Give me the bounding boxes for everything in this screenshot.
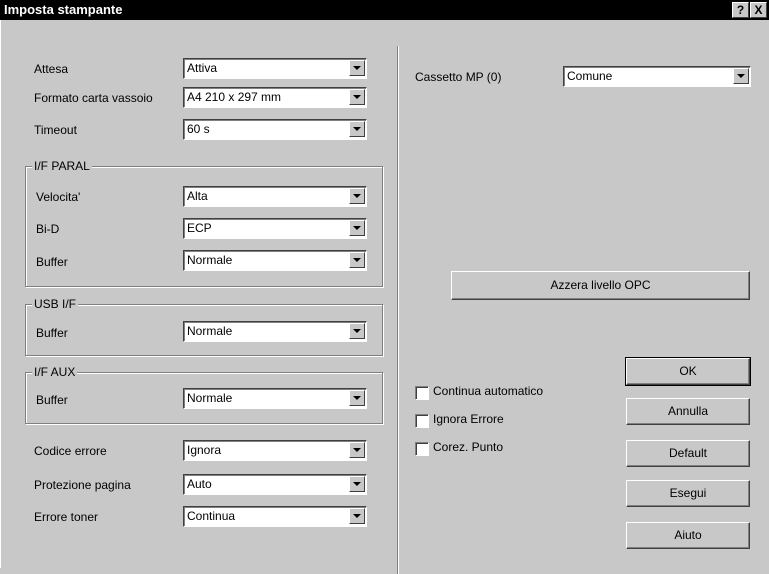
corez-punto-checkbox[interactable] — [415, 442, 429, 456]
if-aux-title: I/F AUX — [32, 365, 78, 379]
dialog-body: Attesa Attiva Formato carta vassoio A4 2… — [0, 20, 769, 574]
corez-punto-label[interactable]: Corez. Punto — [433, 440, 503, 454]
usb-buffer-select[interactable]: Normale — [183, 321, 367, 342]
column-separator — [397, 46, 398, 574]
formato-select[interactable]: A4 210 x 297 mm — [183, 87, 367, 108]
attesa-select[interactable]: Attiva — [183, 58, 367, 79]
bid-select[interactable]: ECP — [183, 218, 367, 239]
window-title: Imposta stampante — [4, 2, 123, 17]
cassetto-mp-select[interactable]: Comune — [563, 66, 751, 87]
chevron-down-icon[interactable] — [349, 220, 365, 236]
chevron-down-icon[interactable] — [349, 188, 365, 204]
aiuto-button[interactable]: Aiuto — [626, 522, 750, 549]
codice-errore-label: Codice errore — [34, 444, 107, 458]
timeout-select[interactable]: 60 s — [183, 119, 367, 140]
chevron-down-icon[interactable] — [349, 323, 365, 339]
errore-toner-select[interactable]: Continua — [183, 506, 367, 527]
formato-value: A4 210 x 297 mm — [187, 90, 282, 104]
velocita-select[interactable]: Alta — [183, 186, 367, 207]
chevron-down-icon[interactable] — [349, 121, 365, 137]
paral-buffer-value: Normale — [187, 253, 233, 267]
chevron-down-icon[interactable] — [349, 442, 365, 458]
annulla-button[interactable]: Annulla — [626, 398, 750, 425]
velocita-value: Alta — [187, 189, 208, 203]
timeout-value: 60 s — [187, 122, 210, 136]
paral-buffer-label: Buffer — [36, 255, 68, 269]
attesa-label: Attesa — [34, 62, 69, 76]
errore-toner-label: Errore toner — [34, 510, 99, 524]
continua-auto-checkbox[interactable] — [415, 386, 429, 400]
velocita-label: Velocita' — [36, 190, 81, 204]
chevron-down-icon[interactable] — [349, 476, 365, 492]
title-bar: Imposta stampante ? X — [0, 0, 769, 20]
help-button[interactable]: ? — [732, 2, 749, 18]
esegui-button[interactable]: Esegui — [626, 480, 750, 507]
default-button[interactable]: Default — [626, 440, 750, 467]
aux-buffer-value: Normale — [187, 391, 233, 405]
chevron-down-icon[interactable] — [733, 68, 749, 84]
chevron-down-icon[interactable] — [349, 508, 365, 524]
usb-buffer-label: Buffer — [36, 326, 68, 340]
codice-errore-select[interactable]: Ignora — [183, 440, 367, 461]
usb-buffer-value: Normale — [187, 324, 233, 338]
aux-buffer-label: Buffer — [36, 393, 68, 407]
aux-buffer-select[interactable]: Normale — [183, 388, 367, 409]
bid-label: Bi-D — [36, 222, 60, 236]
timeout-label: Timeout — [34, 123, 77, 137]
usb-if-title: USB I/F — [32, 297, 79, 311]
continua-auto-label[interactable]: Continua automatico — [433, 384, 543, 398]
cassetto-mp-value: Comune — [567, 69, 613, 83]
protezione-value: Auto — [187, 477, 212, 491]
cassetto-mp-label: Cassetto MP (0) — [415, 70, 502, 84]
protezione-select[interactable]: Auto — [183, 474, 367, 495]
codice-errore-value: Ignora — [187, 443, 222, 457]
chevron-down-icon[interactable] — [349, 60, 365, 76]
chevron-down-icon[interactable] — [349, 89, 365, 105]
attesa-value: Attiva — [187, 61, 218, 75]
bid-value: ECP — [187, 221, 212, 235]
close-button[interactable]: X — [750, 2, 767, 18]
chevron-down-icon[interactable] — [349, 390, 365, 406]
if-paral-title: I/F PARAL — [32, 159, 92, 173]
ignora-errore-checkbox[interactable] — [415, 414, 429, 428]
paral-buffer-select[interactable]: Normale — [183, 250, 367, 271]
formato-label: Formato carta vassoio — [34, 91, 153, 105]
ignora-errore-label[interactable]: Ignora Errore — [433, 412, 504, 426]
azzera-opc-button[interactable]: Azzera livello OPC — [451, 271, 750, 300]
errore-toner-value: Continua — [187, 509, 236, 523]
chevron-down-icon[interactable] — [349, 252, 365, 268]
ok-button[interactable]: OK — [625, 357, 751, 386]
protezione-label: Protezione pagina — [34, 478, 131, 492]
